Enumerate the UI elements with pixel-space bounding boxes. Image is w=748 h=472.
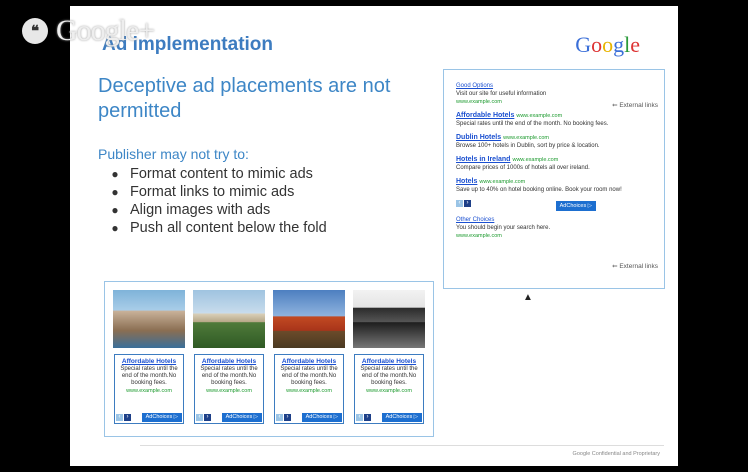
next-arrow-icon[interactable]: › [464,200,471,207]
rule-item: ● Format content to mimic ads [100,165,327,183]
publisher-rules-title: Publisher may not try to: [98,146,249,162]
rule-item: ● Format links to mimic ads [100,183,327,201]
ad-tile: Affordable Hotels Special rates until th… [192,290,266,428]
external-links-label: ⇐ External links [612,102,658,109]
other-choices-link[interactable]: Other Choices [456,216,654,224]
bullet-icon: ● [111,203,119,217]
tile-ad-box[interactable]: Affordable Hotels Special rates until th… [274,354,344,424]
ad-unit-example: Good Options Visit our site for useful i… [443,69,665,289]
publisher-rules-list: ● Format content to mimic ads ● Format lin… [100,165,327,237]
tile-ad-box[interactable]: Affordable Hotels Special rates until th… [354,354,424,424]
bullet-icon: ● [111,221,119,235]
google-plus-overlay: ❝ Google+ [22,14,155,48]
bullet-icon: ● [111,167,119,181]
hangout-quote-icon[interactable]: ❝ [22,18,48,44]
adchoices-button[interactable]: AdChoices ▷ [381,413,422,422]
tile-ad-bar: ‹ › AdChoices ▷ [356,413,422,422]
tile-ad-bar: ‹ › AdChoices ▷ [116,413,182,422]
adchoices-button[interactable]: AdChoices ▷ [221,413,262,422]
good-options-link[interactable]: Good Options [456,82,654,90]
mouse-cursor-icon: ▲ [523,292,533,303]
prev-arrow-icon[interactable]: ‹ [276,414,283,421]
ad-entry[interactable]: Hotels in Ireland www.example.com Compare… [456,156,654,172]
prev-arrow-icon[interactable]: ‹ [116,414,123,421]
ad-navigation-row: ‹ › AdChoices ▷ [456,200,654,211]
presentation-slide: Ad implementation Google Deceptive ad pl… [70,6,678,466]
next-arrow-icon[interactable]: › [204,414,211,421]
next-arrow-icon[interactable]: › [364,414,371,421]
coastal-cliffs-image [113,290,185,348]
greek-temple-image [193,290,265,348]
slide-footer: Google Confidential and Proprietary [572,451,660,457]
prev-arrow-icon[interactable]: ‹ [456,200,463,207]
prev-arrow-icon[interactable]: ‹ [196,414,203,421]
tile-ad-bar: ‹ › AdChoices ▷ [276,413,342,422]
tile-ad-box[interactable]: Affordable Hotels Special rates until th… [194,354,264,424]
google-plus-brand: Google+ [56,14,155,47]
image-ad-tiles: Affordable Hotels Special rates until th… [104,281,434,437]
rule-item: ● Align images with ads [100,201,327,219]
other-choices-section: Other Choices You should begin your sear… [456,216,654,240]
google-logo: Google [575,32,640,57]
ad-tile: Affordable Hotels Special rates until th… [352,290,426,428]
adchoices-button[interactable]: AdChoices ▷ [555,201,596,211]
ad-tile: Affordable Hotels Special rates until th… [112,290,186,428]
next-arrow-icon[interactable]: › [124,414,131,421]
rule-item: ● Push all content below the fold [100,219,326,237]
red-rock-image [273,290,345,348]
footer-divider [140,445,664,446]
adchoices-button[interactable]: AdChoices ▷ [301,413,342,422]
bullet-icon: ● [111,185,119,199]
ad-entry[interactable]: Affordable Hotels www.example.com Special… [456,112,654,128]
tile-ad-box[interactable]: Affordable Hotels Special rates until th… [114,354,184,424]
ad-tile: Affordable Hotels Special rates until th… [272,290,346,428]
tile-ad-bar: ‹ › AdChoices ▷ [196,413,262,422]
hangout-video-frame: ❝ Google+ Ad implementation Google Decep… [0,0,748,472]
prev-arrow-icon[interactable]: ‹ [356,414,363,421]
ad-entry[interactable]: Dublin Hotels www.example.com Browse 100+… [456,134,654,150]
ad-entry[interactable]: Hotels www.example.com Save up to 40% on … [456,178,654,194]
pagoda-image [353,290,425,348]
external-links-label: ⇐ External links [612,263,658,270]
next-arrow-icon[interactable]: › [284,414,291,421]
adchoices-button[interactable]: AdChoices ▷ [141,413,182,422]
slide-headline: Deceptive ad placements are not permitte… [98,75,391,122]
intro-text: Visit our site for useful information [456,91,547,97]
